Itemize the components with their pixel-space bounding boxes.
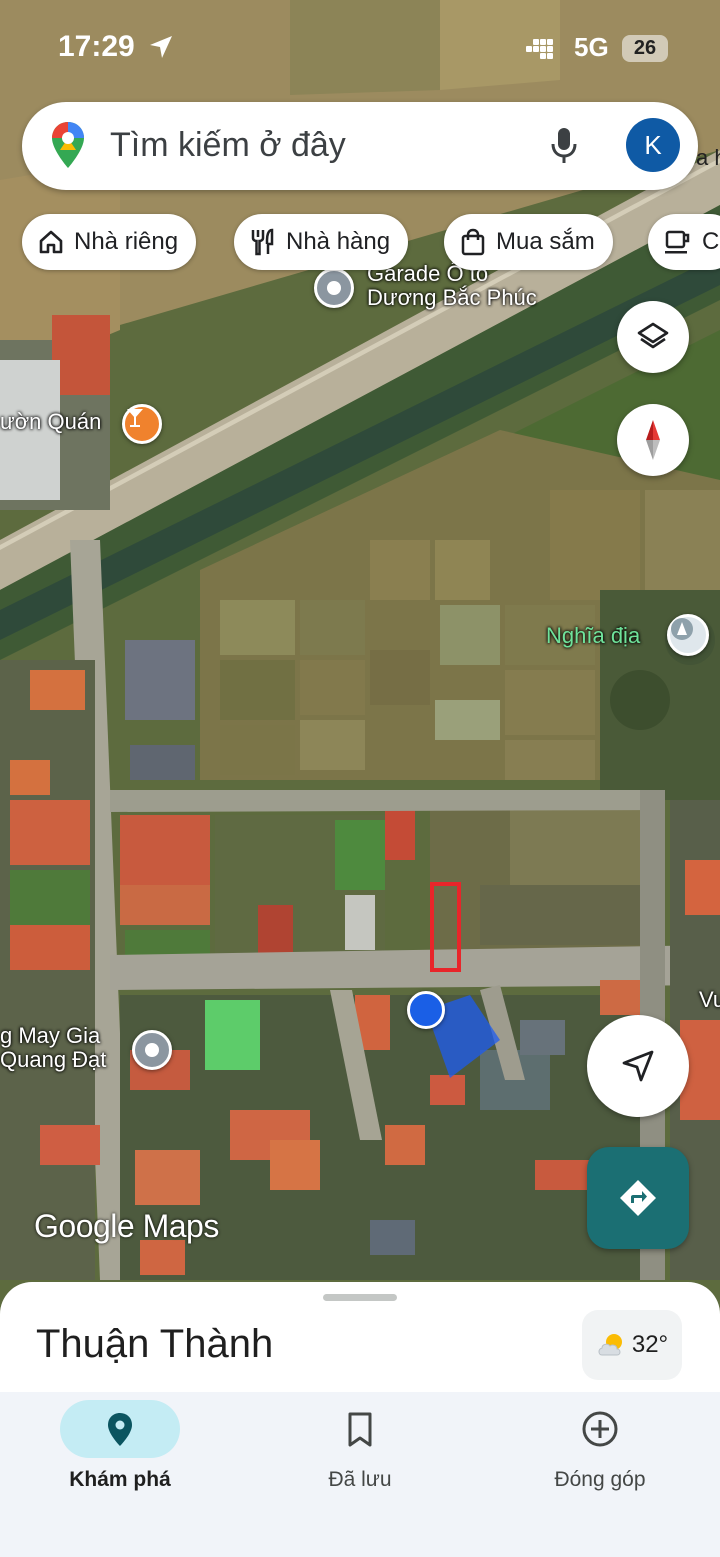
chip-shopping-label: Mua sắm [496, 228, 595, 255]
label-may-gia[interactable]: g May Gia Quang Đạt [0, 1023, 107, 1073]
nav-contribute-label: Đóng góp [554, 1468, 646, 1491]
layers-button[interactable] [617, 301, 689, 373]
my-location-button[interactable] [587, 1015, 689, 1117]
chip-restaurants[interactable]: Nhà hàng [234, 214, 409, 270]
nav-explore-label: Khám phá [69, 1468, 171, 1491]
cemetery-pin-icon[interactable] [667, 614, 709, 656]
account-avatar[interactable]: K [626, 118, 680, 172]
directions-icon [620, 1180, 656, 1216]
nav-contribute[interactable]: Đóng góp [480, 1392, 720, 1532]
navigation-arrow-icon [622, 1050, 654, 1082]
compass-icon [646, 420, 660, 460]
label-vu[interactable]: Vu [699, 987, 720, 1012]
nav-saved[interactable]: Đã lưu [240, 1392, 480, 1532]
label-may-gia-line2: Quang Đạt [0, 1047, 107, 1073]
nav-explore[interactable]: Khám phá [0, 1392, 240, 1532]
chip-home[interactable]: Nhà riêng [22, 214, 197, 270]
bottom-navigation: Khám phá Đã lưu Đóng góp [0, 1392, 720, 1557]
network-type: 5G [574, 32, 609, 62]
battery-indicator: 26 [622, 35, 668, 62]
layers-icon [637, 322, 669, 349]
compass-button[interactable] [617, 404, 689, 476]
add-circle-icon [582, 1411, 618, 1447]
label-top-right-fragment: a h [696, 145, 720, 170]
label-may-gia-line1: g May Gia [0, 1023, 101, 1048]
label-nghia-dia[interactable]: Nghĩa địa [546, 623, 640, 648]
chip-coffee[interactable]: C [648, 214, 720, 270]
bar-pin-icon[interactable] [122, 404, 162, 444]
directions-button[interactable] [587, 1147, 689, 1249]
cocktail-icon [127, 409, 143, 427]
partly-cloudy-icon [598, 1334, 622, 1356]
search-bar[interactable]: Tìm kiếm ở đây K [22, 102, 698, 190]
sheet-drag-handle[interactable] [323, 1294, 397, 1301]
microphone-icon[interactable] [548, 126, 580, 166]
area-title: Thuận Thành [36, 1322, 274, 1366]
cellular-signal-icon [526, 39, 553, 59]
search-input[interactable]: Tìm kiếm ở đây [110, 126, 346, 165]
bookmark-icon [348, 1412, 372, 1447]
chip-coffee-label: C [702, 228, 720, 255]
company-pin-icon[interactable] [132, 1030, 172, 1070]
google-maps-pin-icon [52, 122, 84, 168]
google-logo-text: Google [34, 1208, 135, 1244]
status-bar: 17:29 5G 26 [0, 0, 720, 100]
location-services-icon [150, 36, 172, 58]
explore-pin-icon [108, 1413, 132, 1446]
home-icon [39, 230, 63, 254]
temperature-text: 32° [631, 1331, 669, 1358]
google-maps-logo: Google Maps [34, 1208, 219, 1245]
chip-home-label: Nhà riêng [74, 228, 179, 255]
current-location-dot [407, 991, 445, 1029]
garage-pin-icon[interactable] [314, 268, 354, 308]
nav-saved-label: Đã lưu [328, 1468, 392, 1491]
weather-chip[interactable]: 32° [582, 1310, 682, 1380]
restaurant-icon [251, 228, 274, 256]
chip-restaurants-label: Nhà hàng [286, 228, 391, 255]
bottom-sheet[interactable]: Thuận Thành 32° [0, 1282, 720, 1402]
label-vuon-quan[interactable]: ườn Quán [0, 409, 101, 434]
status-time: 17:29 [58, 30, 135, 63]
label-garage-line2: Dương Bắc Phúc [367, 285, 537, 311]
cemetery-icon [671, 618, 693, 640]
shopping-bag-icon [461, 228, 485, 256]
chip-shopping[interactable]: Mua sắm [444, 214, 613, 270]
maps-logo-text: Maps [142, 1208, 220, 1244]
coffee-icon [665, 230, 690, 254]
